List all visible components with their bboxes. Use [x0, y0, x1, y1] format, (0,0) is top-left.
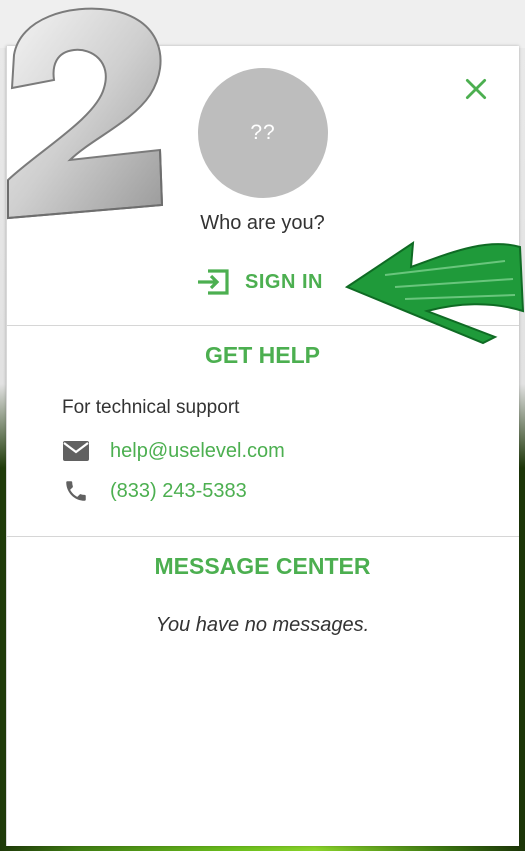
avatar-initials: ??: [250, 121, 276, 144]
phone-icon: [66, 481, 86, 501]
email-link[interactable]: help@uselevel.com: [110, 440, 285, 463]
phone-row: (833) 243-5383: [62, 476, 247, 506]
sign-in-label: SIGN IN: [245, 270, 323, 293]
email-row: help@uselevel.com: [62, 436, 285, 466]
support-text: For technical support: [62, 397, 240, 418]
login-icon: [198, 269, 229, 295]
mail-icon: [63, 441, 89, 461]
message-center-title: MESSAGE CENTER: [154, 553, 371, 579]
divider: [7, 536, 519, 537]
close-button[interactable]: [456, 72, 496, 106]
get-help-title: GET HELP: [204, 342, 320, 368]
pointer-arrow-graphic: [345, 241, 525, 345]
sign-in-button[interactable]: SIGN IN: [195, 265, 335, 299]
avatar: ??: [198, 68, 328, 198]
step-number-graphic: [7, 7, 164, 220]
close-icon: [465, 78, 487, 100]
no-messages-text: You have no messages.: [155, 614, 370, 636]
phone-link[interactable]: (833) 243-5383: [110, 480, 247, 503]
